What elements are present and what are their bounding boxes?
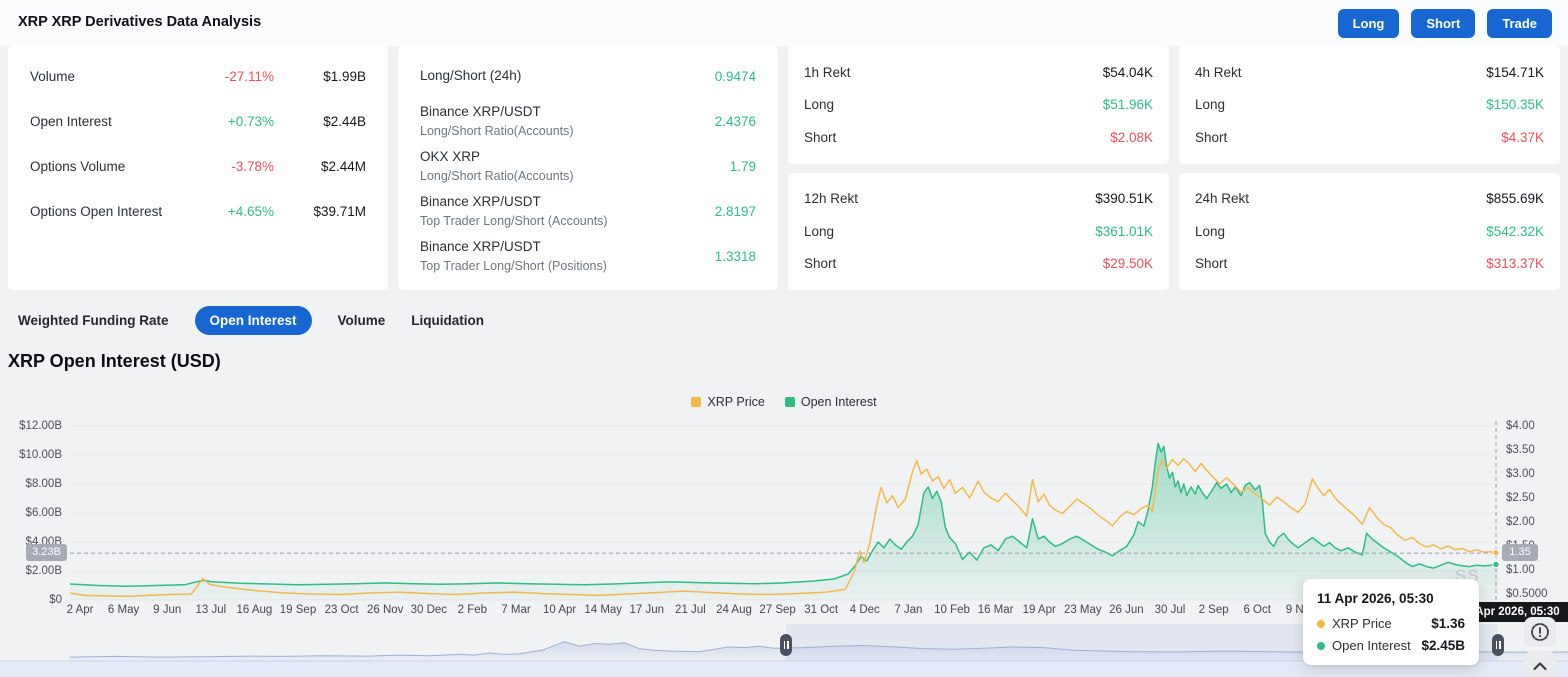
handle-grip-icon <box>787 641 789 649</box>
xrp-derivatives-page: XRP XRP Derivatives Data Analysis Long S… <box>0 0 1568 677</box>
open-interest-area <box>70 443 1498 600</box>
collapse-button[interactable] <box>1524 651 1556 677</box>
handle-grip-icon <box>784 641 786 649</box>
gear-icon <box>1529 621 1551 643</box>
handle-grip-icon <box>1499 641 1501 649</box>
tooltip-row: XRP Price $1.36 <box>1317 616 1465 631</box>
handle-grip-icon <box>1496 641 1498 649</box>
main-chart-svg <box>0 0 1568 677</box>
navigator-left-handle[interactable] <box>780 634 792 656</box>
tooltip-rows: XRP Price $1.36 Open Interest $2.45B <box>1317 616 1465 653</box>
tooltip-row: Open Interest $2.45B <box>1317 638 1465 653</box>
tooltip-series-label: XRP Price <box>1332 616 1424 631</box>
chart-settings-button[interactable] <box>1524 617 1556 647</box>
chart-tooltip: 11 Apr 2026, 05:30 XRP Price $1.36 Open In… <box>1303 579 1479 665</box>
tooltip-date: 11 Apr 2026, 05:30 <box>1317 591 1465 606</box>
xrp-price-point-dot <box>1493 550 1499 556</box>
tooltip-series-value: $1.36 <box>1431 616 1465 631</box>
tooltip-series-dot-icon <box>1317 620 1325 628</box>
tooltip-series-dot-icon <box>1317 642 1325 650</box>
tooltip-series-label: Open Interest <box>1332 638 1414 653</box>
open-interest-point-dot <box>1493 561 1499 567</box>
chevron-up-icon <box>1529 655 1551 677</box>
navigator-right-handle[interactable] <box>1492 634 1504 656</box>
crosshair-price-value-badge: 1.35 <box>1502 544 1538 561</box>
tooltip-series-value: $2.45B <box>1421 638 1465 653</box>
crosshair-oi-value-badge: 3.23B <box>26 544 67 561</box>
